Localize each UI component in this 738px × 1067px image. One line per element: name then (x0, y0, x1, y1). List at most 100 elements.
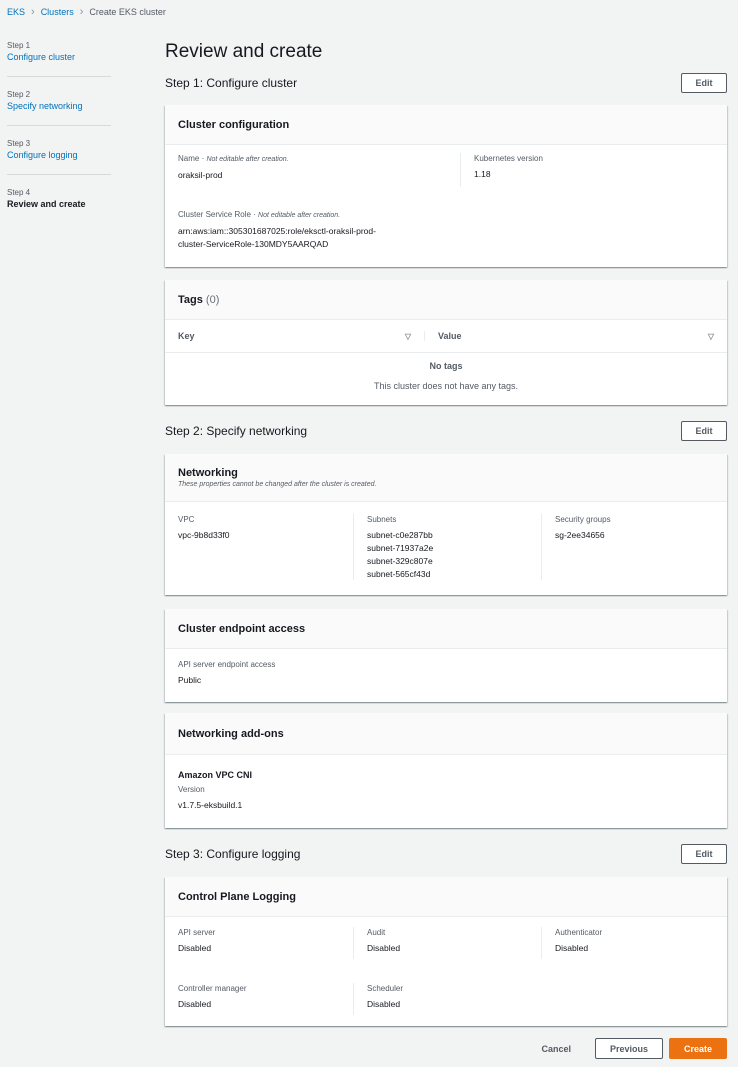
wizard-step-link-specify-networking[interactable]: Specify networking (7, 100, 111, 113)
panel-subtitle: These properties cannot be changed after… (178, 480, 377, 488)
step-2-title: Step 2: Specify networking (165, 424, 308, 438)
panel-header: Tags (0) (165, 280, 727, 320)
wizard-steps-nav: Step 1 Configure cluster Step 2 Specify … (7, 40, 111, 235)
wizard-step-2: Step 2 Specify networking (7, 89, 111, 126)
step-1-title: Step 1: Configure cluster (165, 76, 298, 90)
tags-panel: Tags (0) Key ▽ Value ▽ No tags This clus… (165, 280, 727, 405)
panel-title: Networking (178, 466, 238, 479)
log-api-server: API server Disabled (178, 927, 353, 959)
field-label: Cluster Service Role (178, 210, 251, 219)
wizard-step-current-review: Review and create (7, 199, 86, 209)
cluster-service-role-value: cluster-ServiceRole-130MDY5AARQAD (178, 239, 329, 249)
previous-button[interactable]: Previous (595, 1038, 663, 1059)
control-plane-logging-panel: Control Plane Logging API server Disable… (165, 877, 727, 1026)
sort-caret-icon[interactable]: ▽ (405, 332, 411, 341)
tags-table-header: Key ▽ Value ▽ (165, 320, 727, 353)
field-label: Subnets (367, 515, 397, 524)
edit-step-3-button[interactable]: Edit (681, 844, 727, 864)
wizard-step-link-configure-logging[interactable]: Configure logging (7, 149, 111, 162)
field-label: Security groups (555, 515, 611, 524)
sort-caret-icon[interactable]: ▽ (708, 332, 714, 341)
security-group-value: sg-2ee34656 (555, 530, 605, 540)
main-content: Review and create Step 1: Configure clus… (165, 40, 727, 1026)
empty-state-text: This cluster does not have any tags. (373, 381, 519, 391)
networking-addons-panel: Networking add-ons Amazon VPC CNI Versio… (165, 713, 727, 828)
field-label: Controller manager (178, 984, 247, 993)
wizard-actions: Cancel Previous Create (541, 1038, 727, 1059)
tags-empty-state: No tags This cluster does not have any t… (165, 353, 727, 392)
addon-vpc-cni: Amazon VPC CNI Version v1.7.5-eksbuild.1 (165, 755, 727, 812)
step-number: Step 3 (7, 139, 31, 148)
log-scheduler: Scheduler Disabled (353, 983, 541, 1015)
panel-header: Networking These properties cannot be ch… (165, 454, 727, 502)
panel-title: Networking add-ons (178, 727, 284, 740)
create-button[interactable]: Create (669, 1038, 727, 1059)
panel-header: Networking add-ons (165, 713, 727, 755)
empty-state-title: No tags (429, 361, 463, 371)
column-header-label: Key (178, 331, 195, 341)
subnet-value: subnet-565cf43d (367, 569, 431, 579)
subnet-value: subnet-71937a2e (367, 543, 434, 553)
log-status-value: Disabled (367, 999, 401, 1009)
security-groups-field: Security groups sg-2ee34656 (541, 514, 611, 580)
chevron-right-icon: › (31, 6, 35, 18)
column-value[interactable]: Value ▽ (424, 331, 727, 341)
log-controller-manager: Controller manager Disabled (178, 983, 353, 1015)
field-note: Not editable after creation. (206, 156, 289, 163)
panel-title: Tags (178, 293, 203, 306)
cluster-configuration-panel: Cluster configuration Name · Not editabl… (165, 105, 727, 267)
addon-version-value: v1.7.5-eksbuild.1 (178, 800, 243, 810)
log-status-value: Disabled (178, 943, 212, 953)
field-label: VPC (178, 515, 195, 524)
panel-title: Cluster configuration (178, 118, 290, 131)
field-label: Audit (367, 928, 386, 937)
breadcrumb-eks[interactable]: EKS (7, 7, 25, 17)
chevron-right-icon: › (79, 6, 84, 18)
wizard-step-1: Step 1 Configure cluster (7, 40, 111, 77)
step-number: Step 1 (7, 41, 31, 50)
wizard-step-4: Step 4 Review and create (7, 187, 111, 223)
panel-title: Control Plane Logging (178, 890, 296, 903)
step-number: Step 4 (7, 188, 31, 197)
column-key[interactable]: Key ▽ (165, 331, 424, 341)
panel-header: Cluster configuration (165, 105, 727, 145)
field-label: Name (178, 154, 200, 163)
wizard-step-link-configure-cluster[interactable]: Configure cluster (7, 51, 111, 64)
step-number: Step 2 (7, 90, 31, 99)
tags-count: (0) (205, 293, 220, 306)
column-header-label: Value (438, 331, 462, 341)
log-authenticator: Authenticator Disabled (541, 927, 602, 959)
field-label: API server endpoint access (178, 660, 276, 669)
cluster-name-field: Name · Not editable after creation. orak… (178, 153, 460, 187)
breadcrumb: EKS › Clusters › Create EKS cluster (7, 6, 166, 18)
step-3-header: Step 3: Configure logging Edit (165, 843, 727, 865)
wizard-step-3: Step 3 Configure logging (7, 138, 111, 175)
field-note: Not editable after creation. (258, 212, 341, 219)
field-label: Version (178, 785, 205, 794)
endpoint-access-field: API server endpoint access Public (165, 649, 727, 687)
field-label: API server (178, 928, 216, 937)
cluster-service-role-value: arn:aws:iam::305301687025:role/eksctl-or… (178, 226, 376, 236)
edit-step-2-button[interactable]: Edit (681, 421, 727, 441)
panel-title: Cluster endpoint access (178, 622, 306, 635)
breadcrumb-current: Create EKS cluster (89, 7, 166, 17)
subnet-value: subnet-c0e287bb (367, 530, 433, 540)
step-1-header: Step 1: Configure cluster Edit (165, 72, 727, 94)
log-status-value: Disabled (178, 999, 212, 1009)
cluster-service-role-field: Cluster Service Role · Not editable afte… (178, 209, 714, 251)
kubernetes-version-value: 1.18 (474, 169, 491, 179)
kubernetes-version-field: Kubernetes version 1.18 (460, 153, 543, 187)
panel-header: Control Plane Logging (165, 877, 727, 917)
field-label: Kubernetes version (474, 154, 543, 163)
cancel-button[interactable]: Cancel (541, 1044, 571, 1054)
page-title: Review and create (165, 41, 323, 62)
step-2-header: Step 2: Specify networking Edit (165, 420, 727, 442)
field-label: Authenticator (555, 928, 603, 937)
breadcrumb-clusters[interactable]: Clusters (41, 7, 74, 17)
vpc-value: vpc-9b8d33f0 (178, 530, 230, 540)
cluster-endpoint-access-panel: Cluster endpoint access API server endpo… (165, 609, 727, 702)
log-status-value: Disabled (555, 943, 589, 953)
addon-name: Amazon VPC CNI (178, 770, 253, 780)
edit-step-1-button[interactable]: Edit (681, 73, 727, 93)
vpc-field: VPC vpc-9b8d33f0 (178, 514, 353, 580)
